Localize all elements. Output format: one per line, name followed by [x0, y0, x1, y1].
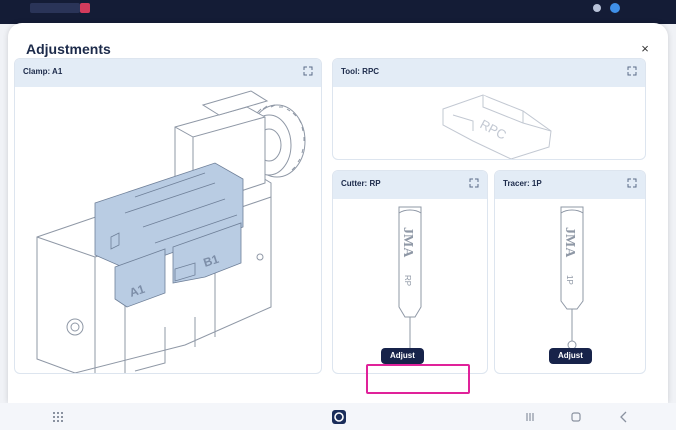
expand-icon[interactable]: [627, 178, 637, 188]
cutter-illustration: JMA RP: [333, 199, 487, 373]
card-title: Tracer: 1P: [503, 179, 542, 188]
tool-illustration: RPC: [333, 87, 645, 159]
card-header: Tool: RPC: [333, 59, 645, 87]
cutter-code: RP: [403, 275, 412, 286]
tool-drawing: RPC: [442, 94, 552, 159]
recents-icon[interactable]: [522, 409, 538, 425]
app-logo-icon[interactable]: [331, 409, 347, 425]
card-title: Cutter: RP: [341, 179, 381, 188]
clamp-illustration: A1 B1: [15, 87, 321, 373]
clamp-card[interactable]: Clamp: A1 A1 B1: [14, 58, 322, 374]
tracer-illustration: JMA 1P: [495, 199, 645, 373]
card-header: Cutter: RP: [333, 171, 487, 199]
card-header: Clamp: A1: [15, 59, 321, 87]
card-title: Tool: RPC: [341, 67, 380, 76]
cutter-brand: JMA: [400, 227, 415, 258]
expand-icon[interactable]: [303, 66, 313, 76]
tracer-card[interactable]: Tracer: 1P JMA 1P Adjust: [494, 170, 646, 374]
app-top-bar: [0, 0, 676, 24]
tracer-adjust-button[interactable]: Adjust: [549, 348, 592, 364]
card-header: Tracer: 1P: [495, 171, 645, 199]
back-icon[interactable]: [616, 409, 632, 425]
cutter-card[interactable]: Cutter: RP JMA RP Adjust: [332, 170, 488, 374]
expand-icon[interactable]: [627, 66, 637, 76]
notification-icon[interactable]: [593, 4, 601, 12]
modal-title: Adjustments: [26, 41, 111, 57]
tracer-code: 1P: [565, 275, 574, 285]
expand-icon[interactable]: [469, 178, 479, 188]
tracer-brand: JMA: [562, 227, 577, 258]
card-title: Clamp: A1: [23, 67, 63, 76]
close-icon[interactable]: ×: [636, 40, 654, 58]
app-logo: [30, 3, 80, 13]
app-grid-icon[interactable]: [50, 409, 66, 425]
cutter-adjust-button[interactable]: Adjust: [381, 348, 424, 364]
tool-card[interactable]: Tool: RPC RPC: [332, 58, 646, 160]
system-nav-bar: [0, 403, 676, 430]
user-avatar[interactable]: [610, 3, 620, 13]
home-icon[interactable]: [568, 409, 584, 425]
clamp-drawing: A1 B1: [36, 90, 306, 373]
logo-mark: [80, 3, 90, 13]
